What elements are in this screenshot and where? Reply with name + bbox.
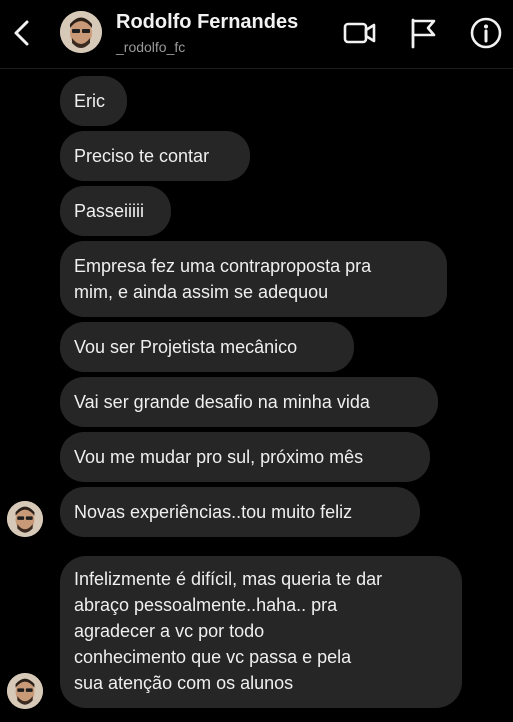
message-bubble[interactable]: Preciso te contar: [60, 131, 250, 181]
message-bubble[interactable]: Vou me mudar pro sul, próximo mês: [60, 432, 430, 482]
message-text-line: sua atenção com os alunos: [74, 673, 294, 693]
message-bubble[interactable]: Eric: [60, 76, 127, 126]
message-text: Preciso te contar: [74, 146, 210, 166]
message-text: Passeiiiii: [74, 201, 145, 221]
message-text: Novas experiências..tou muito feliz: [74, 502, 353, 522]
message-bubble[interactable]: Vai ser grande desafio na minha vida: [60, 377, 438, 427]
contact-username: _rodolfo_fc: [116, 39, 186, 55]
message-text: Vou ser Projetista mecânico: [74, 337, 298, 357]
message-bubble[interactable]: Novas experiências..tou muito feliz: [60, 487, 420, 537]
video-call-icon[interactable]: [343, 16, 377, 50]
flag-icon[interactable]: [406, 16, 440, 50]
message-text: Vou me mudar pro sul, próximo mês: [74, 447, 364, 467]
message-text-line: conhecimento que vc passa e pela: [74, 647, 352, 667]
message-bubble[interactable]: Passeiiiii: [60, 186, 171, 236]
contact-avatar[interactable]: [60, 11, 102, 53]
chat-header: Rodolfo Fernandes _rodolfo_fc: [0, 0, 513, 69]
message-bubble[interactable]: Vou ser Projetista mecânico: [60, 322, 354, 372]
contact-name[interactable]: Rodolfo Fernandes: [116, 11, 298, 34]
message-text-line: Empresa fez uma contraproposta pra: [74, 256, 372, 276]
sender-avatar[interactable]: [7, 501, 43, 537]
info-icon[interactable]: [469, 16, 503, 50]
message-text: Vai ser grande desafio na minha vida: [74, 392, 370, 412]
message-text-line: mim, e ainda assim se adequou: [74, 282, 329, 302]
message-thread[interactable]: Eric Preciso te contar Passeiiiii Empres…: [0, 69, 513, 722]
message-bubble[interactable]: Infelizmente é difícil, mas queria te da…: [60, 556, 462, 708]
message-text-line: Infelizmente é difícil, mas queria te da…: [74, 569, 383, 589]
message-bubble[interactable]: Empresa fez uma contraproposta pra mim, …: [60, 241, 447, 317]
sender-avatar[interactable]: [7, 673, 43, 709]
message-text-line: agradecer a vc por todo: [74, 621, 265, 641]
message-text-line: abraço pessoalmente..haha.. pra: [74, 595, 338, 615]
message-text: Eric: [74, 91, 105, 111]
back-chevron-icon[interactable]: [8, 16, 38, 50]
